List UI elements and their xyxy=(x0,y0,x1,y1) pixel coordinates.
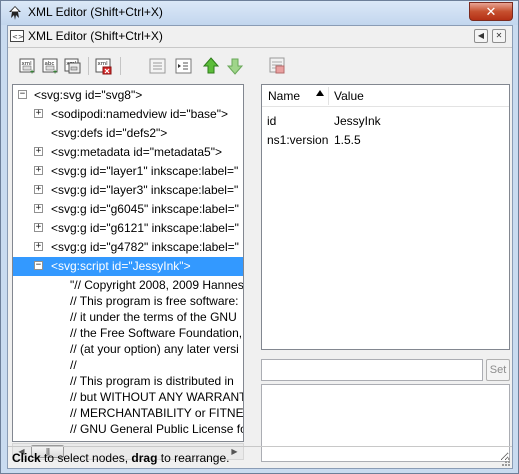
status-end: to rearrange. xyxy=(157,451,230,465)
column-divider[interactable] xyxy=(328,87,329,105)
tree-node-label: <svg:g id="g4782" inkscape:label=" xyxy=(51,240,239,254)
collapse-node-icon[interactable]: − xyxy=(18,90,27,99)
lower-node-icon xyxy=(226,58,244,75)
status-message: Click to select nodes, drag to rearrange… xyxy=(12,451,229,465)
dock-header[interactable]: <> XML Editor (Shift+Ctrl+X) ◀ ✕ xyxy=(8,26,512,48)
tree-node-label: <sodipodi:namedview id="base"> xyxy=(51,107,228,121)
xml-editor-icon: <> xyxy=(10,30,24,42)
new-element-node-icon: xml + xyxy=(19,58,35,76)
dock-panel: <> XML Editor (Shift+Ctrl+X) ◀ ✕ xml + a… xyxy=(7,25,513,469)
new-text-node-icon: abc + xyxy=(42,58,58,76)
indent-node-button[interactable] xyxy=(173,55,195,77)
attribute-row[interactable]: ns1:version 1.5.5 xyxy=(262,131,509,150)
window-title: XML Editor (Shift+Ctrl+X) xyxy=(28,5,163,19)
tree-node-row[interactable]: <svg:defs id="defs2"> xyxy=(13,124,243,143)
delete-attribute-button[interactable] xyxy=(267,55,289,77)
text-node-line[interactable]: // xyxy=(70,358,77,374)
attribute-row[interactable]: id JessyInk xyxy=(262,112,509,131)
svg-text:+: + xyxy=(30,69,34,76)
tree-node-label: <svg:g id="layer1" inkscape:label=" xyxy=(51,164,239,178)
new-element-node-button[interactable]: xml + xyxy=(17,55,39,77)
sort-ascending-icon xyxy=(316,90,324,96)
text-node-line[interactable]: // but WITHOUT ANY WARRANT xyxy=(70,390,243,406)
attributes-table: Name Value id JessyInk ns1:version 1.5.5 xyxy=(261,84,510,350)
tree-node-row[interactable]: + <sodipodi:namedview id="base"> xyxy=(13,105,243,124)
dock-close-button[interactable]: ✕ xyxy=(492,29,506,43)
delete-node-button[interactable]: xml xyxy=(93,55,115,77)
tree-node-row[interactable]: + <svg:g id="layer1" inkscape:label=" xyxy=(13,162,243,181)
tree-node-row[interactable]: + <svg:g id="g6045" inkscape:label=" xyxy=(13,200,243,219)
status-click-word: Click xyxy=(12,451,41,465)
tree-node-row[interactable]: + <svg:g id="layer3" inkscape:label=" xyxy=(13,181,243,200)
attributes-header: Name Value xyxy=(262,85,509,107)
tree-node-row[interactable]: − <svg:svg id="svg8"> xyxy=(13,86,243,105)
text-node-line[interactable]: // the Free Software Foundation, xyxy=(70,326,242,342)
tree-node-row[interactable]: + <svg:g id="g4782" inkscape:label=" xyxy=(13,238,243,257)
duplicate-node-button[interactable]: xml xyxy=(62,55,84,77)
column-header-value[interactable]: Value xyxy=(334,89,364,103)
text-node-line[interactable]: "// Copyright 2008, 2009 Hannes xyxy=(70,278,243,294)
set-attribute-button[interactable]: Set xyxy=(486,359,510,381)
window-titlebar[interactable]: XML Editor (Shift+Ctrl+X) ✕ xyxy=(1,1,518,25)
toolbar-separator xyxy=(88,57,89,75)
indent-node-icon xyxy=(175,58,192,74)
delete-node-icon: xml xyxy=(95,58,112,75)
expand-node-icon[interactable]: + xyxy=(34,204,43,213)
svg-text:xml: xml xyxy=(98,61,109,67)
tree-node-label: <svg:svg id="svg8"> xyxy=(34,88,143,102)
unindent-node-button[interactable] xyxy=(147,55,169,77)
tree-node-label: <svg:g id="g6045" inkscape:label=" xyxy=(51,202,239,216)
inkscape-app-icon xyxy=(9,6,21,20)
dock-iconify-button[interactable]: ◀ xyxy=(474,29,488,43)
expand-node-icon[interactable]: + xyxy=(34,109,43,118)
text-node-line[interactable]: // This program is free software: xyxy=(70,294,239,310)
window-close-button[interactable]: ✕ xyxy=(469,2,513,21)
text-node-line[interactable]: // MERCHANTABILITY or FITNES xyxy=(70,406,243,422)
status-middle: to select nodes, xyxy=(40,451,132,465)
attribute-toolbar xyxy=(266,55,306,81)
expand-node-icon[interactable]: + xyxy=(34,242,43,251)
attribute-value: JessyInk xyxy=(334,114,381,128)
svg-text:<>: <> xyxy=(12,33,24,41)
status-drag-word: drag xyxy=(131,451,158,465)
attribute-name-input[interactable] xyxy=(261,359,483,381)
expand-node-icon[interactable]: + xyxy=(34,185,43,194)
duplicate-node-icon: xml xyxy=(64,58,81,74)
text-node-line[interactable]: // it under the terms of the GNU xyxy=(70,310,237,326)
new-text-node-button[interactable]: abc + xyxy=(40,55,62,77)
raise-node-icon xyxy=(202,57,220,74)
collapse-node-icon[interactable]: − xyxy=(34,261,43,270)
tree-node-label: <svg:defs id="defs2"> xyxy=(51,126,168,140)
toolbar-separator xyxy=(120,57,121,75)
dock-title: XML Editor (Shift+Ctrl+X) xyxy=(28,29,163,43)
unindent-node-icon xyxy=(149,58,166,74)
tree-node-row[interactable]: − <svg:script id="JessyInk"> xyxy=(13,257,243,276)
text-node-line[interactable]: // GNU General Public License fo xyxy=(70,422,243,438)
tree-node-row[interactable]: + <svg:g id="g6121" inkscape:label=" xyxy=(13,219,243,238)
tree-node-label: <svg:metadata id="metadata5"> xyxy=(51,145,222,159)
resize-grip-icon[interactable] xyxy=(500,456,510,466)
node-tree[interactable]: − <svg:svg id="svg8"> + <sodipodi:namedview… xyxy=(12,84,244,442)
text-node-line[interactable]: // This program is distributed in xyxy=(70,374,234,390)
attribute-value: 1.5.5 xyxy=(334,133,361,147)
attribute-name: id xyxy=(267,114,277,128)
column-header-name[interactable]: Name xyxy=(268,89,300,103)
delete-attribute-icon xyxy=(269,57,285,74)
text-node-line[interactable]: // (at your option) any later versi xyxy=(70,342,239,358)
pane-splitter[interactable] xyxy=(247,56,257,461)
xml-editor-window: XML Editor (Shift+Ctrl+X) ✕ <> XML Edito… xyxy=(0,0,519,474)
tree-node-label: <svg:script id="JessyInk"> xyxy=(51,259,191,273)
lower-node-button[interactable] xyxy=(224,55,246,77)
tree-node-row[interactable]: + <svg:metadata id="metadata5"> xyxy=(13,143,243,162)
tree-node-label: <svg:g id="g6121" inkscape:label=" xyxy=(51,221,239,235)
expand-node-icon[interactable]: + xyxy=(34,147,43,156)
expand-node-icon[interactable]: + xyxy=(34,166,43,175)
attribute-name: ns1:version xyxy=(267,133,329,147)
status-bar: Click to select nodes, drag to rearrange… xyxy=(8,446,512,468)
expand-node-icon[interactable]: + xyxy=(34,223,43,232)
node-toolbar: xml + abc + xml xyxy=(13,55,244,81)
svg-text:+: + xyxy=(53,69,57,76)
raise-node-button[interactable] xyxy=(200,55,222,77)
tree-node-label: <svg:g id="layer3" inkscape:label=" xyxy=(51,183,239,197)
